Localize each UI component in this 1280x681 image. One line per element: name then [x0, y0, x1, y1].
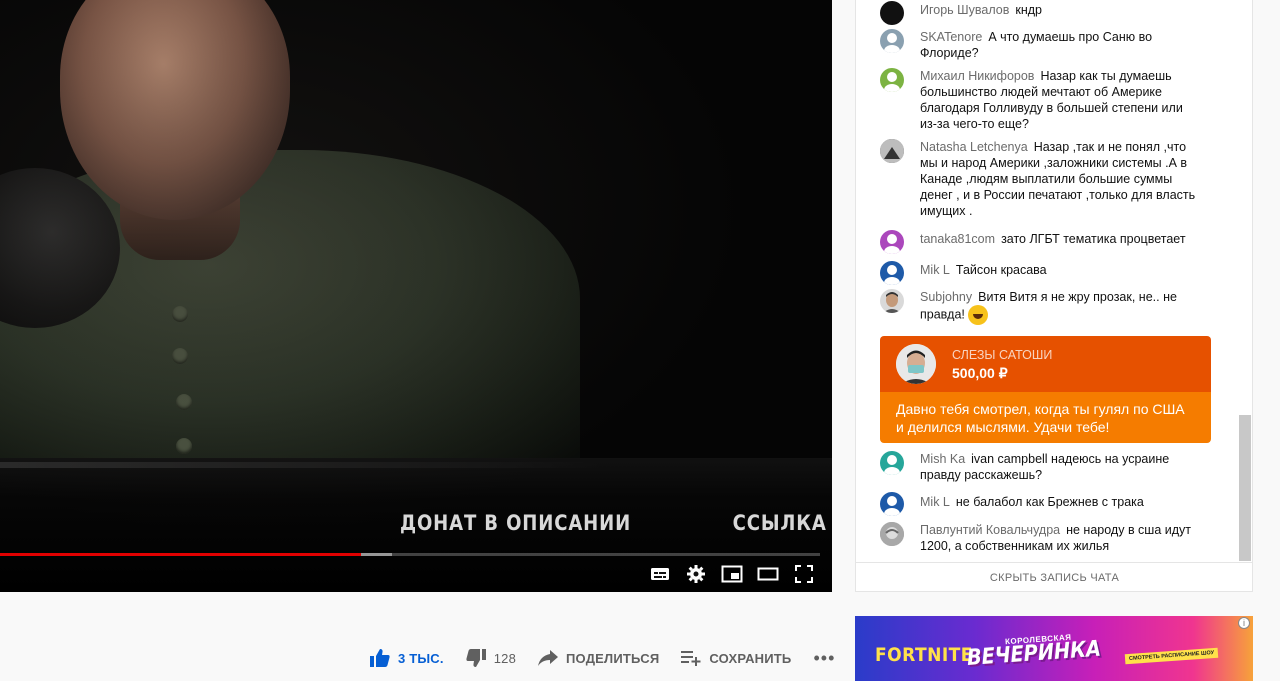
chat-text: Тайсон красава — [955, 263, 1047, 277]
settings-icon — [687, 565, 705, 583]
save-label: СОХРАНИТЬ — [709, 650, 792, 666]
fullscreen-icon — [795, 565, 813, 583]
settings-button[interactable] — [678, 562, 714, 586]
chat-author[interactable]: Subjohny — [920, 290, 972, 304]
superchat-author[interactable]: СЛЕЗЫ САТОШИ — [952, 348, 1052, 362]
user-photo-icon — [883, 292, 901, 313]
player-controls — [642, 562, 822, 586]
laughing-emoji-icon — [968, 305, 989, 325]
ticker-text: ДОНАТ В ОПИСАНИИ — [400, 511, 632, 535]
miniplayer-button[interactable] — [714, 562, 750, 586]
like-count: 3 ТЫС. — [398, 650, 444, 666]
ad-title: ВЕЧЕРИНКА — [966, 636, 1102, 671]
ticker-text: ССЫЛКА НА Д — [732, 511, 832, 535]
progress-bar[interactable] — [0, 553, 820, 556]
avatar[interactable] — [880, 522, 904, 546]
user-photo-icon — [880, 139, 904, 163]
chat-author[interactable]: Natasha Letchenya — [920, 140, 1028, 154]
dislike-button[interactable]: 128 — [466, 649, 516, 667]
ad-cta[interactable]: СМОТРЕТЬ РАСПИСАНИЕ ШОУ — [1124, 647, 1219, 665]
chat-scrollbar[interactable] — [1239, 415, 1251, 561]
thumb-up-icon — [370, 649, 390, 667]
user-photo-icon — [896, 344, 936, 384]
miniplayer-icon — [721, 565, 743, 583]
chat-message: Mish Ka ivan campbell надеюсь на усраине … — [880, 451, 1200, 483]
playlist-add-icon — [681, 651, 701, 666]
default-avatar-icon — [884, 265, 900, 285]
chat-message: Natasha Letchenya Назар ,так и не понял ,… — [880, 139, 1200, 219]
avatar[interactable] — [880, 230, 904, 254]
chat-messages[interactable]: Игорь Шувалов кндр SKATenore А что думаешь… — [856, 0, 1253, 562]
more-actions-button[interactable]: ••• — [813, 648, 835, 669]
share-icon — [538, 650, 559, 666]
progress-played — [0, 553, 361, 556]
avatar[interactable] — [880, 1, 904, 25]
page: ДОНАТ В ОПИСАНИИ ССЫЛКА НА Д — [0, 0, 1280, 681]
default-avatar-icon — [884, 234, 900, 254]
avatar[interactable] — [880, 289, 904, 313]
save-button[interactable]: СОХРАНИТЬ — [681, 650, 791, 666]
chat-author[interactable]: Игорь Шувалов — [920, 3, 1009, 17]
avatar[interactable] — [896, 344, 936, 384]
thumb-down-icon — [466, 649, 486, 667]
chat-author[interactable]: Mik L — [920, 263, 950, 277]
default-avatar-icon — [884, 33, 900, 53]
superchat-amount: 500,00 ₽ — [952, 365, 1008, 381]
chat-message: Михаил Никифоров Назар как ты думаешь бол… — [880, 68, 1200, 132]
ad-brand: FORTNITE — [875, 644, 973, 666]
subtitles-button[interactable] — [642, 562, 678, 586]
chat-message: Subjohny Витя Витя я не жру прозак, не.. … — [880, 289, 1200, 325]
avatar[interactable] — [880, 139, 904, 163]
default-avatar-icon — [884, 72, 900, 92]
theater-mode-icon — [757, 567, 779, 581]
chat-author[interactable]: Mish Ka — [920, 452, 965, 466]
chat-message: SKATenore А что думаешь про Саню во Флори… — [880, 29, 1200, 61]
video-vignette — [0, 0, 832, 592]
share-button[interactable]: ПОДЕЛИТЬСЯ — [538, 650, 659, 666]
ad-info-icon[interactable]: i — [1238, 617, 1250, 629]
avatar[interactable] — [880, 492, 904, 516]
chat-text: не балабол как Брежнев с трака — [955, 495, 1144, 509]
ad-banner[interactable]: FORTNITE КОРОЛЕВСКАЯ ВЕЧЕРИНКА СМОТРЕТЬ … — [855, 616, 1253, 681]
chat-message: tanaka81com зато ЛГБТ тематика процветает — [880, 230, 1200, 254]
video-player[interactable]: ДОНАТ В ОПИСАНИИ ССЫЛКА НА Д — [0, 0, 832, 592]
chat-author[interactable]: tanaka81com — [920, 232, 995, 246]
chat-author[interactable]: Павлунтий Ковальчудра — [920, 523, 1060, 537]
subtitles-icon — [651, 568, 669, 580]
superchat-message: Давно тебя смотрел, когда ты гулял по СШ… — [880, 392, 1211, 443]
chat-text: зато ЛГБТ тематика процветает — [1001, 232, 1186, 246]
dislike-count: 128 — [493, 650, 517, 666]
chat-message: Mik L не балабол как Брежнев с трака — [880, 492, 1200, 516]
video-ticker: ДОНАТ В ОПИСАНИИ ССЫЛКА НА Д — [400, 511, 832, 535]
default-avatar-icon — [884, 455, 900, 475]
fullscreen-button[interactable] — [786, 562, 822, 586]
chat-text: кндр — [1015, 3, 1042, 17]
default-avatar-icon — [884, 496, 900, 516]
share-label: ПОДЕЛИТЬСЯ — [566, 650, 660, 666]
video-actions: 3 ТЫС. 128 ПОДЕЛИТЬСЯ СОХРАНИТЬ ••• — [370, 645, 835, 671]
avatar[interactable] — [880, 451, 904, 475]
chat-message: Mik L Тайсон красава — [880, 261, 1200, 285]
like-button[interactable]: 3 ТЫС. — [370, 649, 444, 667]
superchat-card[interactable]: СЛЕЗЫ САТОШИ 500,00 ₽ Давно тебя смотрел… — [880, 336, 1211, 443]
hide-chat-replay-button[interactable]: СКРЫТЬ ЗАПИСЬ ЧАТА — [856, 562, 1253, 592]
chat-message: Игорь Шувалов кндр — [880, 1, 1200, 25]
avatar[interactable] — [880, 261, 904, 285]
chat-author[interactable]: SKATenore — [920, 30, 982, 44]
live-chat-replay: Игорь Шувалов кндр SKATenore А что думаешь… — [855, 0, 1253, 592]
avatar[interactable] — [880, 68, 904, 92]
video-frame — [0, 0, 832, 592]
chat-author[interactable]: Mik L — [920, 495, 950, 509]
chat-author[interactable]: Михаил Никифоров — [920, 69, 1034, 83]
superchat-header: СЛЕЗЫ САТОШИ 500,00 ₽ — [880, 336, 1211, 392]
theater-mode-button[interactable] — [750, 562, 786, 586]
user-photo-icon — [880, 522, 904, 546]
chat-message: Павлунтий Ковальчудра не народу в сша иду… — [880, 522, 1200, 554]
avatar[interactable] — [880, 29, 904, 53]
